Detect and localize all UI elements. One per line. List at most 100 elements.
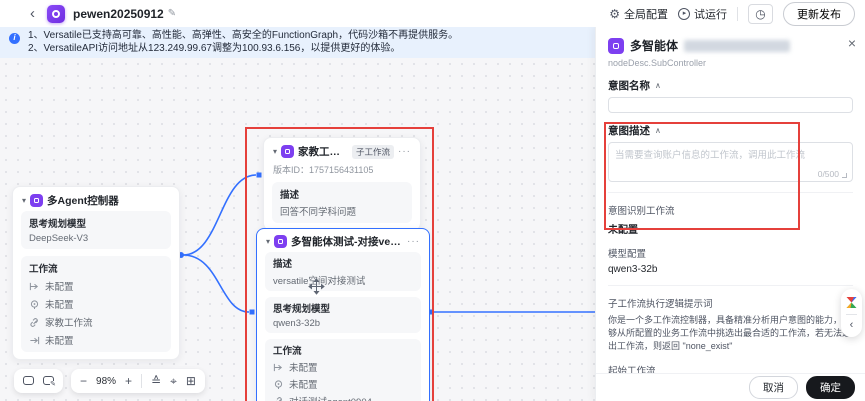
model-label: 思考规划模型	[273, 304, 331, 315]
more-menu-icon[interactable]: ···	[398, 146, 411, 157]
model-card: 思考规划模型 DeepSeek-V3	[21, 211, 171, 249]
intent-target-icon	[274, 379, 283, 389]
move-cursor-icon	[308, 278, 325, 295]
divider	[608, 192, 853, 193]
row-value: 未配置	[289, 363, 318, 374]
fit-view-icon[interactable]: ≙	[151, 375, 161, 387]
zoom-in-button[interactable]: +	[125, 375, 132, 387]
confirm-button[interactable]: 确定	[806, 376, 855, 399]
panel-title: 多智能体	[630, 39, 679, 53]
assistant-logo-icon[interactable]	[845, 296, 858, 309]
node-title: 家教工作流	[298, 146, 348, 158]
sub-workflow-row[interactable]: 家教工作流	[29, 315, 163, 329]
model-config-label: 模型配置	[608, 249, 647, 260]
end-workflow-row[interactable]: 未配置	[29, 333, 163, 347]
link-icon	[275, 396, 282, 401]
workflow-card: 工作流 未配置 未配置 对话测试agent0904	[265, 339, 421, 401]
sub-workflow-row[interactable]: 对话测试agent0904	[273, 394, 413, 401]
start-workflow-row[interactable]: 未配置	[29, 279, 163, 293]
row-value: 对话测试agent0904	[289, 394, 372, 401]
workflow-canvas[interactable]: ▾ 多Agent控制器 思考规划模型 DeepSeek-V3 工作流 未配置 未…	[0, 58, 595, 401]
version-id: 版本ID：1757156431105	[273, 165, 374, 175]
model-config-value: qwen3-32b	[608, 264, 658, 275]
intent-name-input[interactable]	[608, 97, 853, 113]
collapse-caret-icon[interactable]: ▾	[22, 196, 26, 205]
collapse-panel-icon[interactable]: ‹	[850, 320, 854, 331]
row-value: 未配置	[45, 282, 74, 293]
divider	[141, 374, 143, 388]
redacted-title-blur	[684, 39, 791, 52]
char-counter-value: 0/500	[817, 169, 839, 179]
note-edit-icon[interactable]	[43, 375, 56, 388]
description-label: 描述	[273, 259, 293, 270]
description-value: 回答不同学科问题	[280, 207, 357, 218]
end-arrow-icon	[30, 336, 40, 344]
row-value: 未配置	[45, 336, 74, 347]
panel-subtitle: nodeDesc.SubController	[608, 58, 707, 68]
node-multi-agent-test[interactable]: ▾ 多智能体测试-对接versatil... ··· 描述 versatile空…	[256, 228, 430, 401]
row-value: 家教工作流	[45, 318, 93, 329]
intent-desc-textarea[interactable]	[609, 143, 852, 181]
global-config-label: 全局配置	[624, 8, 668, 21]
intent-workflow-row[interactable]: 未配置	[273, 377, 413, 391]
intent-workflow-value: 未配置	[608, 225, 638, 236]
intent-workflow-label: 意图识别工作流	[608, 206, 675, 217]
annotation-tool-group	[14, 369, 63, 393]
link-icon	[30, 317, 38, 327]
collapse-caret-icon[interactable]: ▾	[266, 237, 270, 246]
node-config-panel: × 多智能体 nodeDesc.SubController 意图名称 ∧ 意图描…	[595, 27, 865, 401]
comment-icon[interactable]	[23, 375, 34, 387]
prompt-value: 你是一个多工作流控制器，具备精准分析用户意图的能力，能够从所配置的业务工作流中挑…	[608, 315, 852, 352]
agent-node-icon	[608, 37, 624, 54]
back-icon[interactable]: ‹	[30, 6, 35, 21]
close-icon[interactable]: ×	[848, 36, 856, 50]
workflow-label: 工作流	[273, 346, 302, 357]
row-value: 未配置	[45, 300, 74, 311]
global-config-button[interactable]: ⚙ 全局配置	[609, 6, 668, 22]
description-label: 描述	[280, 190, 300, 201]
history-button[interactable]: ◷	[748, 3, 773, 24]
gear-icon: ⚙	[609, 6, 620, 21]
description-card: 描述 回答不同学科问题	[272, 182, 412, 223]
side-float-toolbar: ‹	[841, 289, 862, 337]
clock-icon: ◷	[755, 6, 766, 21]
edit-title-icon[interactable]: ✎	[168, 8, 176, 19]
test-run-button[interactable]: ▸ 试运行	[678, 6, 727, 22]
description-value: versatile空间对接测试	[273, 276, 366, 287]
row-value: 未配置	[289, 380, 318, 391]
locate-icon[interactable]: ⌖	[170, 375, 177, 387]
zoom-level: 98%	[96, 375, 117, 387]
canvas-toolbar: − 98% + ≙ ⌖ ⊞	[14, 369, 205, 393]
description-card: 描述 versatile空间对接测试	[265, 252, 421, 291]
overview-grid-icon[interactable]: ⊞	[186, 375, 196, 387]
zoom-out-button[interactable]: −	[80, 375, 87, 387]
more-menu-icon[interactable]: ···	[407, 236, 420, 247]
start-workflow-row[interactable]: 未配置	[273, 360, 413, 374]
zoom-tool-group: − 98% + ≙ ⌖ ⊞	[71, 369, 205, 393]
top-bar: ‹ pewen20250912 ✎ ⚙ 全局配置 ▸ 试运行 ◷ 更新发布	[0, 0, 865, 27]
info-icon: i	[9, 33, 20, 44]
workflow-card: 工作流 未配置 未配置 家教工作流 未配置	[21, 256, 171, 352]
model-label: 思考规划模型	[29, 219, 87, 230]
sub-workflow-badge: 子工作流	[351, 144, 394, 159]
divider	[737, 6, 738, 21]
divider	[608, 285, 853, 286]
panel-footer: 取消 确定	[596, 373, 865, 401]
resize-handle-icon[interactable]	[842, 173, 847, 178]
intent-name-label: 意图名称	[608, 80, 650, 92]
node-multi-agent-controller[interactable]: ▾ 多Agent控制器 思考规划模型 DeepSeek-V3 工作流 未配置 未…	[12, 186, 180, 360]
node-title: 多Agent控制器	[47, 195, 119, 207]
publish-button[interactable]: 更新发布	[783, 1, 855, 26]
intent-workflow-row[interactable]: 未配置	[29, 297, 163, 311]
node-tutor-workflow[interactable]: ▾ 家教工作流 子工作流 ··· 版本ID：1757156431105 描述 回…	[263, 137, 421, 231]
collapse-caret-icon[interactable]: ▾	[273, 147, 277, 156]
cancel-button[interactable]: 取消	[749, 376, 798, 399]
model-value: qwen3-32b	[273, 318, 321, 329]
prompt-label: 子工作流执行逻辑提示词	[608, 299, 713, 310]
workflow-node-icon	[281, 145, 295, 158]
collapse-caret-icon[interactable]: ∧	[655, 126, 661, 135]
test-run-label: 试运行	[694, 8, 727, 21]
banner-line-2: 2、VersatileAPI访问地址从123.249.99.67调整为100.9…	[28, 42, 401, 54]
play-icon: ▸	[678, 7, 690, 20]
collapse-caret-icon[interactable]: ∧	[655, 81, 661, 90]
